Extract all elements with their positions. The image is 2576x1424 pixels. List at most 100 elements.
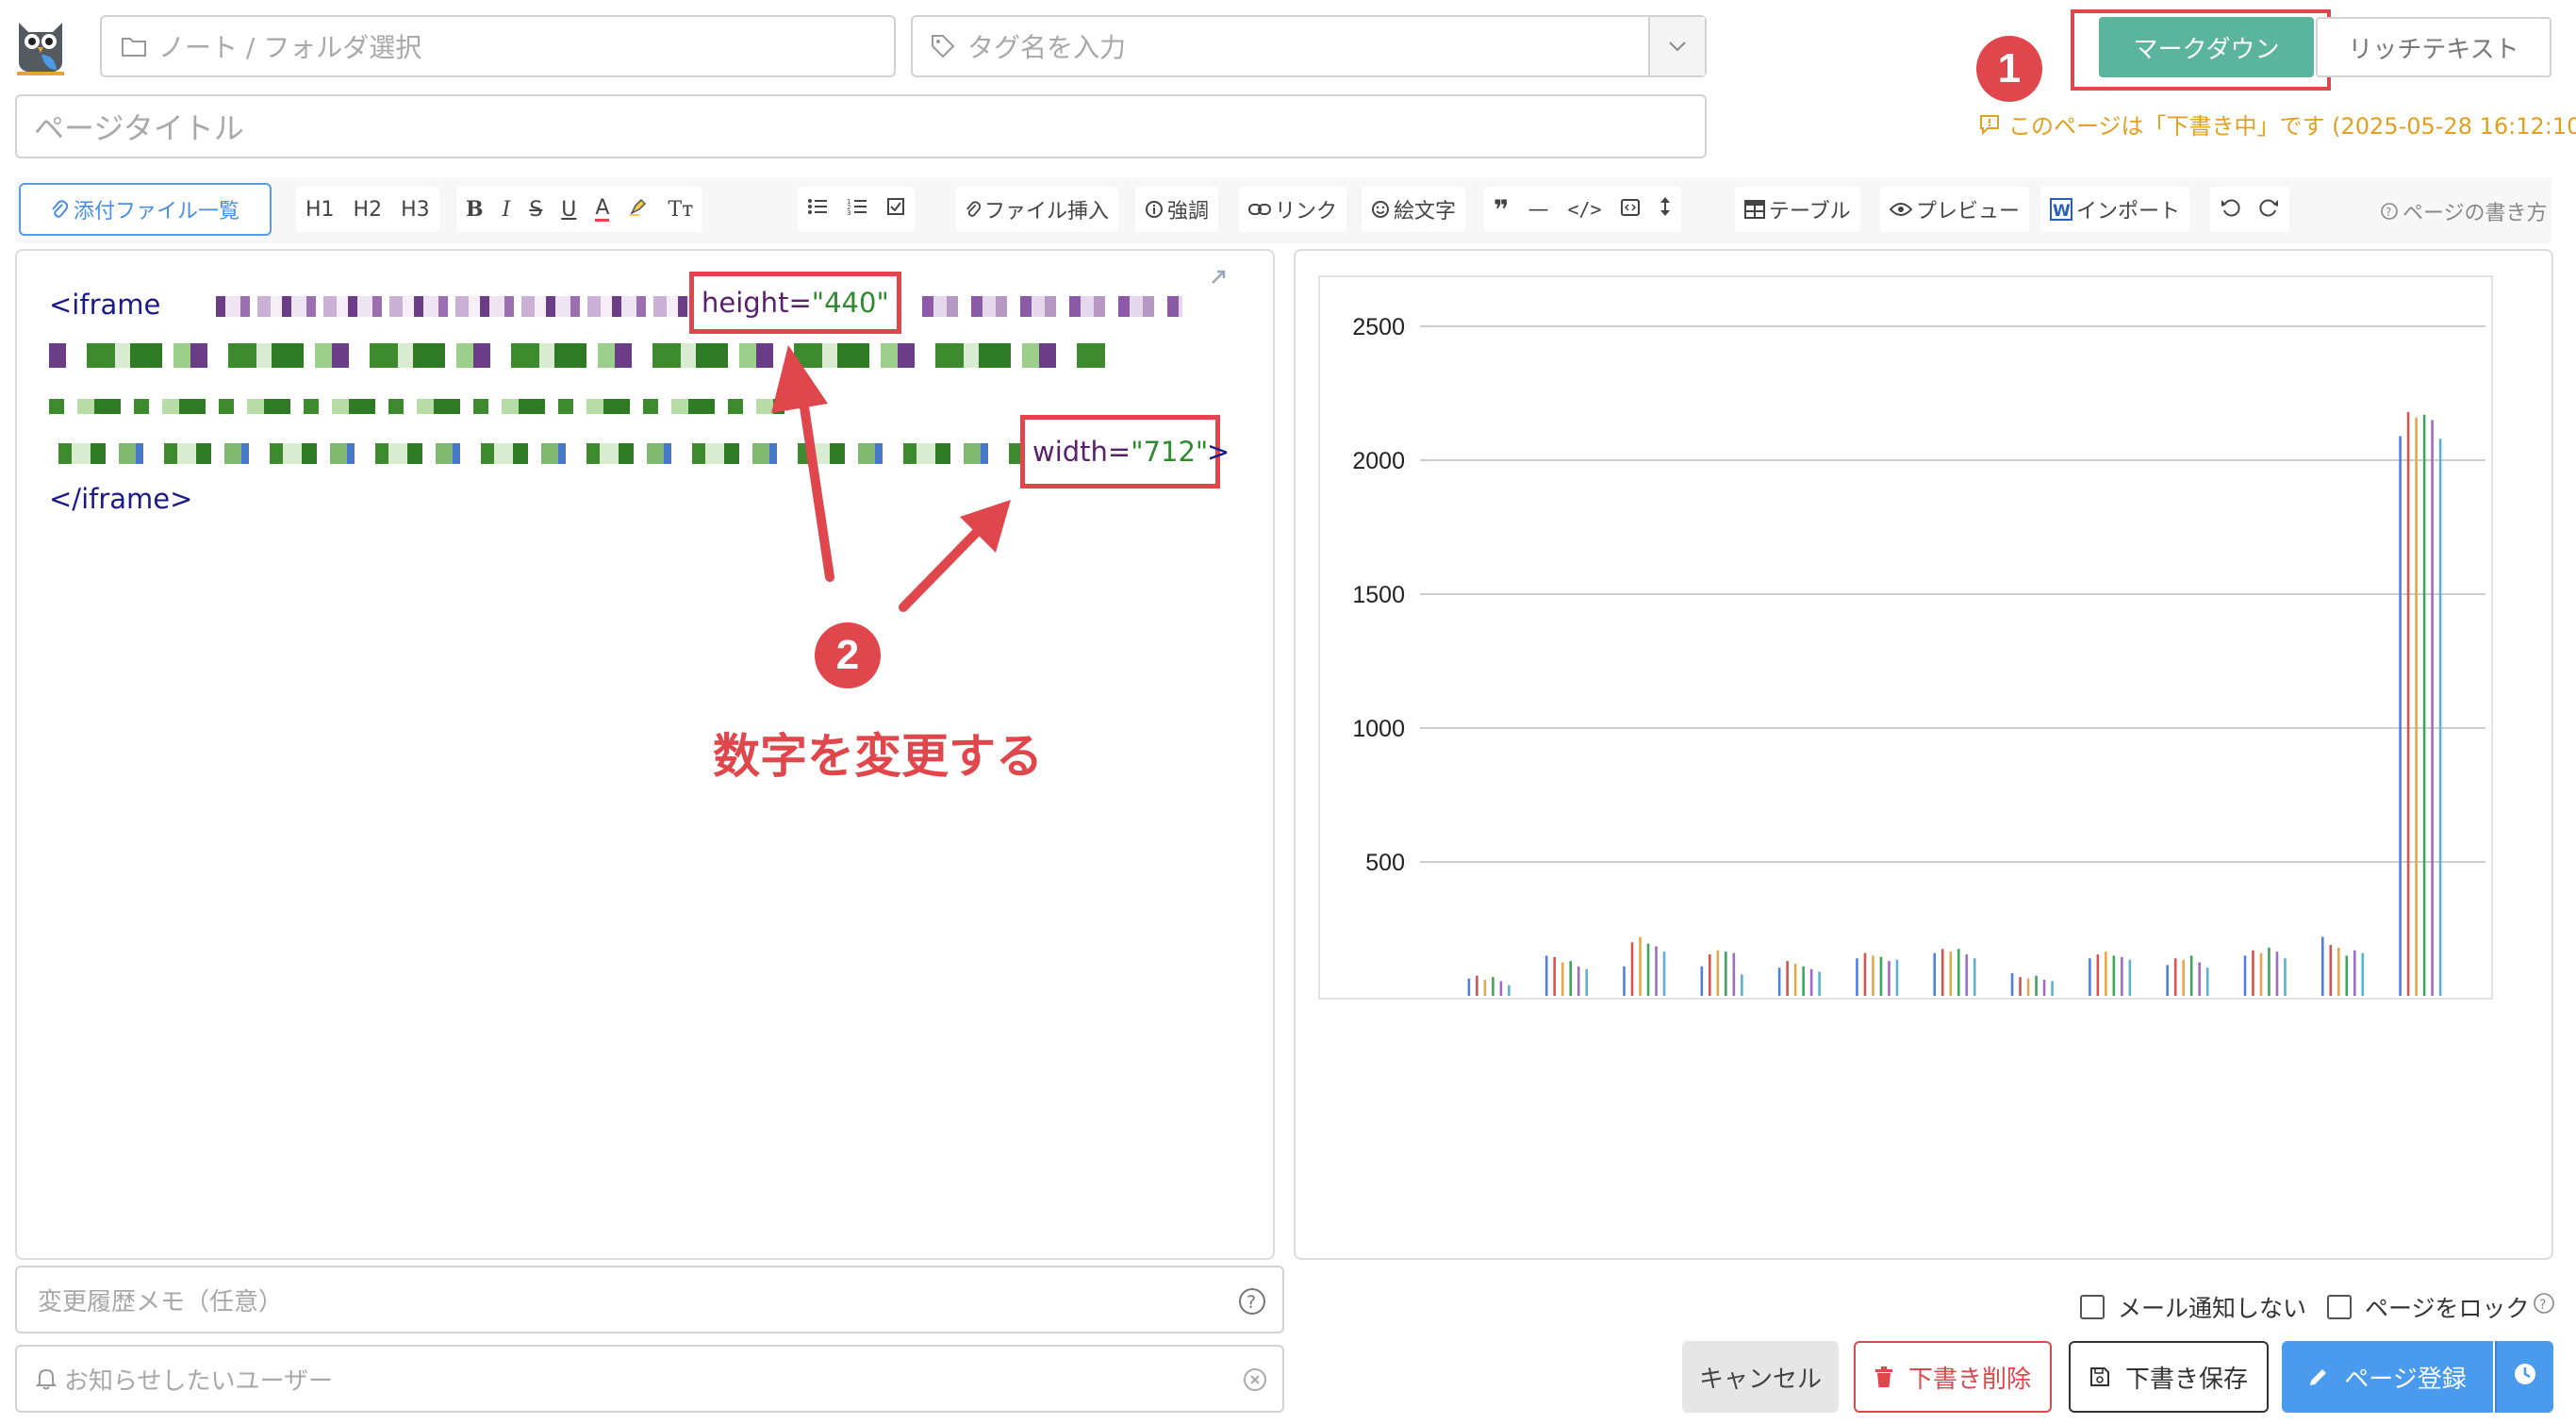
strikethrough-button[interactable]: S xyxy=(520,187,552,232)
step-badge-2: 2 xyxy=(815,622,881,688)
bold-button[interactable]: B xyxy=(456,187,493,232)
page-title-input[interactable]: ページタイトル xyxy=(15,94,1707,158)
insert-file-group: ファイル挿入 xyxy=(956,187,1119,232)
lock-page-checkbox[interactable]: ページをロック xyxy=(2327,1290,2530,1324)
chart-bar xyxy=(2252,950,2254,996)
delete-draft-button[interactable]: 下書き削除 xyxy=(1854,1341,2052,1413)
comment-alert-icon xyxy=(1978,113,2001,136)
highlight-button[interactable] xyxy=(619,187,658,232)
code-button[interactable]: </> xyxy=(1558,187,1610,232)
chart-bar xyxy=(2438,439,2442,996)
change-memo-input[interactable]: 変更履歴メモ（任意） ? xyxy=(15,1266,1284,1333)
checklist-button[interactable] xyxy=(877,187,915,232)
chart-bar xyxy=(1793,963,1797,996)
code-icon: </> xyxy=(1567,198,1602,221)
question-circle-icon: ? xyxy=(2380,202,2399,221)
italic-button[interactable]: I xyxy=(493,187,520,232)
h1-button[interactable]: H1 xyxy=(296,187,344,232)
table-button[interactable]: テーブル xyxy=(1735,187,1860,232)
attachments-label: 添付ファイル一覧 xyxy=(73,200,239,224)
save-draft-button[interactable]: 下書き保存 xyxy=(2069,1341,2269,1413)
notify-users-input[interactable]: お知らせしたいユーザー xyxy=(15,1345,1284,1413)
clear-circle-icon[interactable] xyxy=(1243,1367,1267,1392)
block-group: ❞ — </> xyxy=(1484,187,1681,232)
list-group: 123 xyxy=(798,187,915,232)
expand-height-button[interactable] xyxy=(1649,187,1681,232)
format-group: B I S U A Tт xyxy=(456,187,703,232)
import-button[interactable]: W インポート xyxy=(2040,187,2189,232)
emoji-button[interactable]: 絵文字 xyxy=(1362,187,1465,232)
richtext-mode-button[interactable]: リッチテキスト xyxy=(2316,17,2551,77)
pencil-icon xyxy=(2308,1366,2329,1387)
info-circle-icon xyxy=(1145,200,1164,219)
height-attr-name: height= xyxy=(702,287,812,319)
expand-editor-icon[interactable] xyxy=(1209,268,1228,290)
attachments-button[interactable]: 添付ファイル一覧 xyxy=(19,183,272,236)
svg-text:?: ? xyxy=(2386,206,2391,219)
folder-select[interactable]: ノート / フォルダ選択 xyxy=(100,15,896,77)
code-block-button[interactable] xyxy=(1611,187,1649,232)
owl-logo[interactable] xyxy=(13,17,68,77)
chart-bar xyxy=(2399,436,2402,996)
horizontal-rule-button[interactable]: — xyxy=(1518,187,1558,232)
chart-bar xyxy=(1933,952,1937,996)
checkbox[interactable] xyxy=(2080,1295,2105,1319)
tag-icon xyxy=(930,33,956,59)
markdown-mode-button[interactable]: マークダウン xyxy=(2099,17,2314,77)
clock-icon xyxy=(2513,1362,2537,1393)
chart-bar xyxy=(2182,959,2185,996)
help-icon[interactable]: ? xyxy=(1237,1286,1267,1316)
chart-bar xyxy=(1508,985,1511,996)
emphasis-button[interactable]: 強調 xyxy=(1135,187,1218,232)
checkbox[interactable] xyxy=(2327,1295,2352,1319)
howto-link[interactable]: ? ページの書き方 xyxy=(2380,196,2548,226)
redo-icon xyxy=(2259,196,2280,223)
register-page-button[interactable]: ページ登録 xyxy=(2282,1341,2493,1413)
tag-input[interactable]: タグ名を入力 xyxy=(911,15,1707,77)
iframe-open-tag: <iframe xyxy=(49,289,161,321)
word-icon: W xyxy=(2050,198,2072,221)
bullet-list-button[interactable] xyxy=(798,187,837,232)
insert-file-button[interactable]: ファイル挿入 xyxy=(956,187,1118,232)
preview-button[interactable]: プレビュー xyxy=(1880,187,2029,232)
link-group: リンク xyxy=(1239,187,1347,232)
pixelated-code-attrs xyxy=(215,296,744,317)
numbered-list-button[interactable]: 123 xyxy=(837,187,877,232)
memo-placeholder: 変更履歴メモ（任意） xyxy=(38,1287,284,1316)
chart-bar xyxy=(1725,952,1727,996)
clear-format-button[interactable]: Tт xyxy=(658,187,702,232)
h2-button[interactable]: H2 xyxy=(344,187,392,232)
pixelated-code-line xyxy=(49,443,1020,464)
quote-button[interactable]: ❞ xyxy=(1484,187,1518,232)
chart-bar xyxy=(1499,981,1503,996)
y-tick-label: 500 xyxy=(1365,850,1405,876)
chart-bar xyxy=(2268,947,2271,996)
chart-bar xyxy=(2198,962,2201,996)
height-attr-value: "440" xyxy=(811,287,889,319)
lock-help-icon[interactable]: ? xyxy=(2533,1292,2555,1318)
chart-bar xyxy=(2431,420,2434,996)
folder-icon xyxy=(121,35,147,58)
chart-bar xyxy=(2026,978,2030,996)
link-icon xyxy=(1248,202,1271,217)
chart-bar xyxy=(2121,956,2123,996)
chevron-down-icon[interactable] xyxy=(1648,17,1705,75)
link-button[interactable]: リンク xyxy=(1239,187,1346,232)
text-color-button[interactable]: A xyxy=(586,187,619,232)
no-mail-checkbox[interactable]: メール通知しない xyxy=(2080,1290,2306,1324)
pixelated-code-line xyxy=(49,343,1105,368)
underline-button[interactable]: U xyxy=(552,187,586,232)
schedule-publish-button[interactable] xyxy=(2495,1341,2553,1413)
cancel-button[interactable]: キャンセル xyxy=(1682,1341,1839,1413)
undo-button[interactable] xyxy=(2210,187,2250,232)
redo-button[interactable] xyxy=(2250,187,2289,232)
chart-bar xyxy=(2112,955,2116,996)
chart-bar xyxy=(1777,968,1781,996)
svg-text:?: ? xyxy=(1247,1292,1256,1313)
code-line-1: <iframe xyxy=(49,289,744,321)
chart-bar xyxy=(1802,966,1805,996)
chart-bar xyxy=(1639,936,1642,996)
h3-button[interactable]: H3 xyxy=(391,187,439,232)
chart-bar xyxy=(1646,943,1650,996)
y-tick-label: 2000 xyxy=(1352,448,1405,474)
